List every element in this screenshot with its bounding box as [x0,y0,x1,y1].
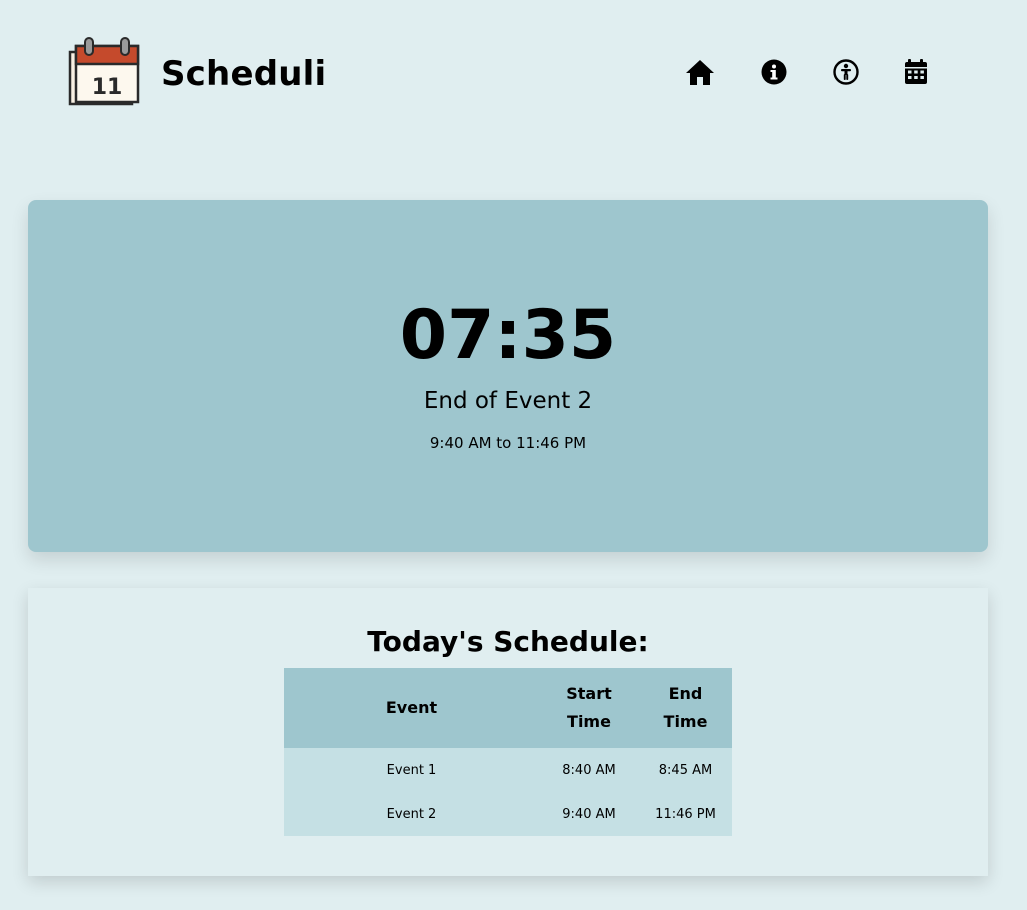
table-row: Event 1 8:40 AM 8:45 AM [284,748,732,792]
logo-day-number: 11 [92,75,123,100]
column-header-start-text: Start Time [566,684,612,731]
countdown-timer: 07:35 [399,296,617,375]
nav-calendar[interactable] [900,57,932,87]
schedule-title: Today's Schedule: [367,625,649,658]
column-header-start: Start Time [539,668,639,748]
nav-home[interactable] [684,57,716,87]
nav-accessibility[interactable] [830,57,862,87]
column-header-end-text: End Time [663,684,708,731]
info-icon [761,59,787,85]
timer-card: 07:35 End of Event 2 9:40 AM to 11:46 PM [28,200,988,552]
home-icon [686,60,714,85]
calendar-logo-icon[interactable]: 11 [68,36,142,108]
start-time-cell: 9:40 AM [562,806,616,822]
column-header-end: End Time [639,668,732,748]
schedule-card: Today's Schedule: Event Start Time End T… [28,588,988,876]
event-name-cell: Event 2 [386,806,437,822]
header: 11 Scheduli [0,0,1027,150]
end-time-cell: 8:45 AM [658,762,713,778]
table-header-row: Event Start Time End Time [284,668,732,748]
current-event-label: End of Event 2 [423,388,593,414]
current-event-range: 9:40 AM to 11:46 PM [429,434,587,452]
calendar-icon [905,59,927,84]
schedule-table: Event Start Time End Time Event 1 8:40 A… [284,668,732,836]
nav-info[interactable] [758,57,790,87]
accessibility-icon [833,59,859,85]
column-header-event: Event [385,698,438,717]
start-time-cell: 8:40 AM [562,762,616,778]
end-time-cell: 11:46 PM [655,806,716,822]
app-title[interactable]: Scheduli [161,52,326,96]
table-row: Event 2 9:40 AM 11:46 PM [284,792,732,836]
event-name-cell: Event 1 [386,762,437,778]
